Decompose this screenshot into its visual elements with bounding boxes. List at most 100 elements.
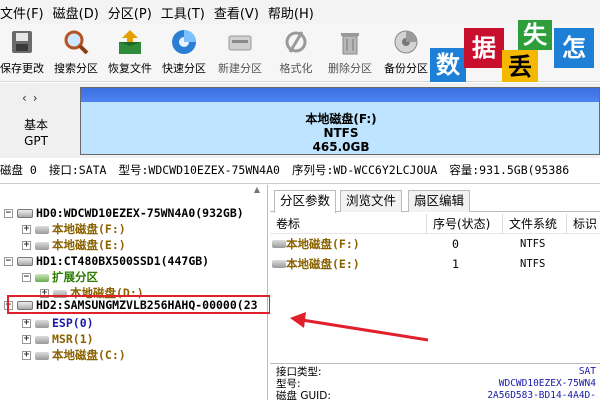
disk-type-label: 基本 GPT	[14, 117, 58, 149]
logo-tile: 丢	[502, 50, 538, 82]
disk-info-line: 磁盘 0 接口:SATA 型号:WDCWD10EZEX-75WN4A0 序列号:WD-…	[0, 158, 600, 184]
disk-capacity: 容量:931.5GB(95386	[449, 163, 570, 177]
table-row[interactable]: 本地磁盘(E:) 1 NTFS	[270, 254, 600, 274]
tree-node-label: MSR(1)	[52, 332, 94, 346]
menu-view[interactable]: 查看(V)	[214, 3, 268, 22]
tree-node-label: 本地磁盘(E:)	[52, 238, 126, 252]
tree-node-esp[interactable]: + ESP(0)	[22, 315, 94, 331]
recover-box-icon	[119, 30, 141, 54]
menu-tools[interactable]: 工具(T)	[161, 3, 214, 22]
delete-partition-button[interactable]: 删除分区	[322, 24, 378, 82]
detail-value: SAT	[578, 366, 596, 377]
partition-bar-info: 本地磁盘(F:) NTFS 465.0GB	[281, 112, 401, 154]
row-fs: NTFS	[520, 238, 546, 250]
detail-value: 2A56D583-BD14-4A4D-	[487, 390, 596, 400]
tree-node-label: HD0:WDCWD10EZEX-75WN4A0(932GB)	[36, 206, 244, 220]
row-name: 本地磁盘(E:)	[286, 257, 360, 271]
backup-icon	[394, 30, 418, 54]
logo-tile: 数	[430, 48, 466, 82]
new-partition-button[interactable]: 新建分区	[212, 24, 268, 82]
disk-map: ‹› 基本 GPT 本地磁盘(F:) NTFS 465.0GB	[0, 83, 600, 158]
column-volume-label[interactable]: 卷标	[270, 214, 300, 234]
partition-bar-size: 465.0GB	[312, 140, 370, 154]
tree-node-label: 本地磁盘(F:)	[52, 222, 126, 236]
tree-node-label: HD1:CT480BX500SSD1(447GB)	[36, 254, 210, 268]
scroll-up-icon[interactable]: ▲	[254, 185, 260, 194]
extended-partition-icon	[35, 273, 49, 282]
tab-sector-editor[interactable]: 扇区编辑	[408, 190, 471, 212]
partition-icon	[272, 260, 286, 268]
expand-icon[interactable]: +	[22, 319, 31, 328]
menu-partition[interactable]: 分区(P)	[108, 3, 161, 22]
expand-icon[interactable]: +	[22, 335, 31, 344]
logo-tile: 据	[464, 28, 504, 68]
row-name: 本地磁盘(F:)	[286, 237, 360, 251]
partition-icon	[35, 319, 49, 328]
collapse-icon[interactable]: −	[4, 257, 13, 266]
disk-save-icon	[12, 31, 32, 53]
row-seq: 1	[452, 257, 459, 271]
tab-browse-files[interactable]: 浏览文件	[340, 190, 403, 212]
tree-scroll-hint: ▲	[0, 185, 268, 195]
partition-panel: 分区参数 浏览文件 扇区编辑 卷标 序号(状态) 文件系统 标识 本地磁盘(F:…	[270, 185, 600, 400]
partition-icon	[35, 241, 49, 250]
tree-node-f[interactable]: + 本地磁盘(F:)	[22, 221, 126, 237]
disk-type-basic: 基本	[23, 118, 48, 132]
format-icon	[285, 31, 307, 53]
table-row[interactable]: 本地磁盘(F:) 0 NTFS	[270, 234, 600, 254]
disk-nav-arrows[interactable]: ‹›	[22, 91, 44, 105]
logo-tile: 怎	[554, 28, 594, 68]
hard-disk-icon	[17, 209, 33, 218]
quick-partition-button[interactable]: 快速分区	[156, 24, 212, 82]
column-filesystem[interactable]: 文件系统	[502, 214, 557, 234]
partition-icon	[35, 335, 49, 344]
disk-detail-panel: 接口类型: SAT 型号: WDCWD10EZEX-75WN4 磁盘 GUID:…	[270, 363, 600, 400]
tree-node-msr[interactable]: + MSR(1)	[22, 331, 94, 347]
new-partition-icon	[228, 35, 252, 51]
partition-icon	[272, 240, 286, 248]
tree-node-hd0[interactable]: − HD0:WDCWD10EZEX-75WN4A0(932GB)	[4, 205, 244, 221]
trash-icon	[341, 33, 359, 55]
tree-node-extended[interactable]: − 扩展分区	[22, 269, 98, 285]
partition-bar-fs: NTFS	[323, 126, 359, 140]
partition-table-header: 卷标 序号(状态) 文件系统 标识	[270, 214, 600, 234]
tree-node-c[interactable]: + 本地磁盘(C:)	[22, 347, 126, 363]
column-id[interactable]: 标识	[566, 214, 597, 234]
partition-bar-name: 本地磁盘(F:)	[305, 112, 377, 126]
tree-node-label: 扩展分区	[52, 270, 98, 284]
partition-icon	[35, 225, 49, 234]
hard-disk-icon	[17, 257, 33, 266]
tree-node-e[interactable]: + 本地磁盘(E:)	[22, 237, 126, 253]
disk-model: 型号:WDCWD10EZEX-75WN4A0	[118, 163, 280, 177]
partition-bar-header	[81, 88, 599, 102]
detail-label: 型号:	[276, 378, 301, 390]
magnifier-icon	[64, 30, 89, 55]
logo-tile: 失	[518, 20, 552, 50]
disk-tree: ▲ − HD0:WDCWD10EZEX-75WN4A0(932GB) + 本地磁盘(…	[0, 185, 268, 400]
annotation-arrow-icon	[290, 312, 429, 342]
tree-node-label: 本地磁盘(C:)	[52, 348, 126, 362]
partition-icon	[35, 351, 49, 360]
menu-help[interactable]: 帮助(H)	[268, 3, 323, 22]
expand-icon[interactable]: +	[22, 241, 31, 250]
menu-disk[interactable]: 磁盘(D)	[53, 3, 108, 22]
collapse-icon[interactable]: −	[22, 273, 31, 282]
row-seq: 0	[452, 237, 459, 251]
tab-bar: 分区参数 浏览文件 扇区编辑	[270, 190, 600, 213]
data-loss-logo: 数 据 丢 失 怎	[430, 20, 600, 82]
disk-index: 磁盘 0	[0, 163, 37, 177]
disk-serial: 序列号:WD-WCC6Y2LCJOUA	[291, 163, 438, 177]
collapse-icon[interactable]: −	[4, 209, 13, 218]
detail-value: WDCWD10EZEX-75WN4	[498, 378, 596, 389]
expand-icon[interactable]: +	[22, 351, 31, 360]
menu-file[interactable]: 文件(F)	[0, 3, 53, 22]
backup-partition-button[interactable]: 备份分区	[378, 24, 434, 82]
disk-type-gpt: GPT	[24, 134, 48, 148]
row-fs: NTFS	[520, 258, 546, 270]
expand-icon[interactable]: +	[22, 225, 31, 234]
column-seq[interactable]: 序号(状态)	[426, 214, 490, 234]
tree-node-hd1[interactable]: − HD1:CT480BX500SSD1(447GB)	[4, 253, 209, 269]
disk-interface: 接口:SATA	[48, 163, 107, 177]
partition-bar[interactable]: 本地磁盘(F:) NTFS 465.0GB	[80, 87, 600, 155]
tab-partition-params[interactable]: 分区参数	[274, 190, 337, 213]
